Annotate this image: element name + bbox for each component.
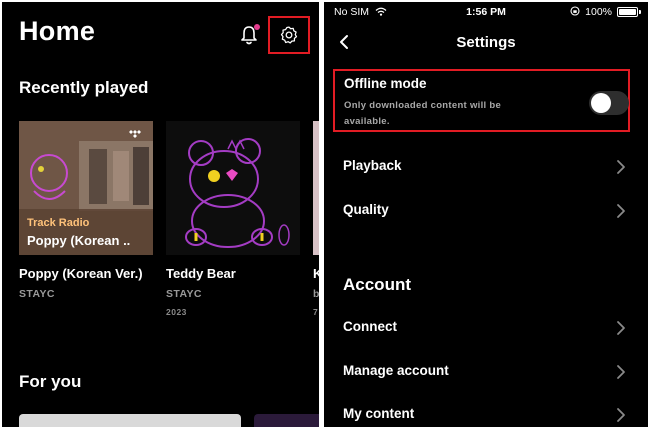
gear-icon	[280, 26, 298, 44]
battery-percent: 100%	[585, 6, 612, 18]
album-card[interactable]	[166, 121, 300, 255]
card-artist: STAYC	[19, 288, 55, 300]
settings-row-playback[interactable]: Playback	[324, 154, 648, 180]
album-card[interactable]	[313, 121, 319, 255]
for-you-card[interactable]	[254, 414, 319, 427]
for-you-card[interactable]	[19, 414, 241, 427]
settings-screen: No SIM 1:56 PM 100% Settings Offline mod…	[324, 2, 648, 427]
row-label: My content	[343, 406, 415, 421]
track-radio-name: Poppy (Korean ..	[27, 233, 131, 248]
toggle-knob	[591, 93, 611, 113]
settings-row-my-content[interactable]: My content	[324, 402, 648, 427]
page-title: Home	[19, 16, 96, 46]
orientation-lock-icon	[570, 6, 580, 16]
row-label: Manage account	[343, 363, 449, 378]
album-art-image	[166, 121, 300, 255]
card-title[interactable]: K	[313, 266, 319, 281]
card-year: 7	[313, 307, 319, 317]
card-title[interactable]: Poppy (Korean Ver.)	[19, 266, 143, 281]
offline-mode-toggle[interactable]	[589, 91, 629, 115]
chevron-right-icon	[617, 408, 625, 422]
track-radio-card[interactable]: Track Radio Poppy (Korean ..	[19, 121, 153, 255]
recently-played-title: Recently played	[19, 78, 149, 97]
offline-mode-setting: Offline mode Only downloaded content wil…	[333, 69, 630, 132]
settings-row-connect[interactable]: Connect	[324, 315, 648, 341]
track-radio-label: Track Radio	[27, 217, 90, 229]
card-artist: STAYC	[166, 288, 202, 300]
battery-tip	[639, 10, 641, 14]
for-you-title: For you	[19, 372, 82, 391]
settings-row-manage-account[interactable]: Manage account	[324, 359, 648, 385]
offline-mode-description: Only downloaded content will be availabl…	[344, 100, 502, 127]
settings-button[interactable]	[268, 16, 310, 54]
row-label: Playback	[343, 158, 402, 173]
home-screen: Home Recently played Track Radio Poppy (…	[2, 2, 319, 427]
chevron-right-icon	[617, 160, 625, 174]
offline-mode-label: Offline mode	[344, 76, 427, 91]
chevron-right-icon	[617, 204, 625, 218]
settings-title: Settings	[456, 34, 516, 51]
chevron-right-icon	[617, 365, 625, 379]
battery-status: 100%	[570, 6, 612, 18]
card-artist: b	[313, 288, 319, 300]
status-bar: No SIM 1:56 PM 100%	[324, 2, 648, 22]
battery-icon	[617, 7, 638, 17]
notification-dot	[254, 24, 260, 30]
card-title[interactable]: Teddy Bear	[166, 266, 236, 281]
row-label: Quality	[343, 202, 389, 217]
chevron-right-icon	[617, 321, 625, 335]
card-year: 2023	[166, 307, 187, 317]
row-label: Connect	[343, 319, 397, 334]
account-section-title: Account	[343, 275, 411, 294]
tidal-logo-icon	[129, 130, 141, 138]
settings-row-quality[interactable]: Quality	[324, 198, 648, 224]
